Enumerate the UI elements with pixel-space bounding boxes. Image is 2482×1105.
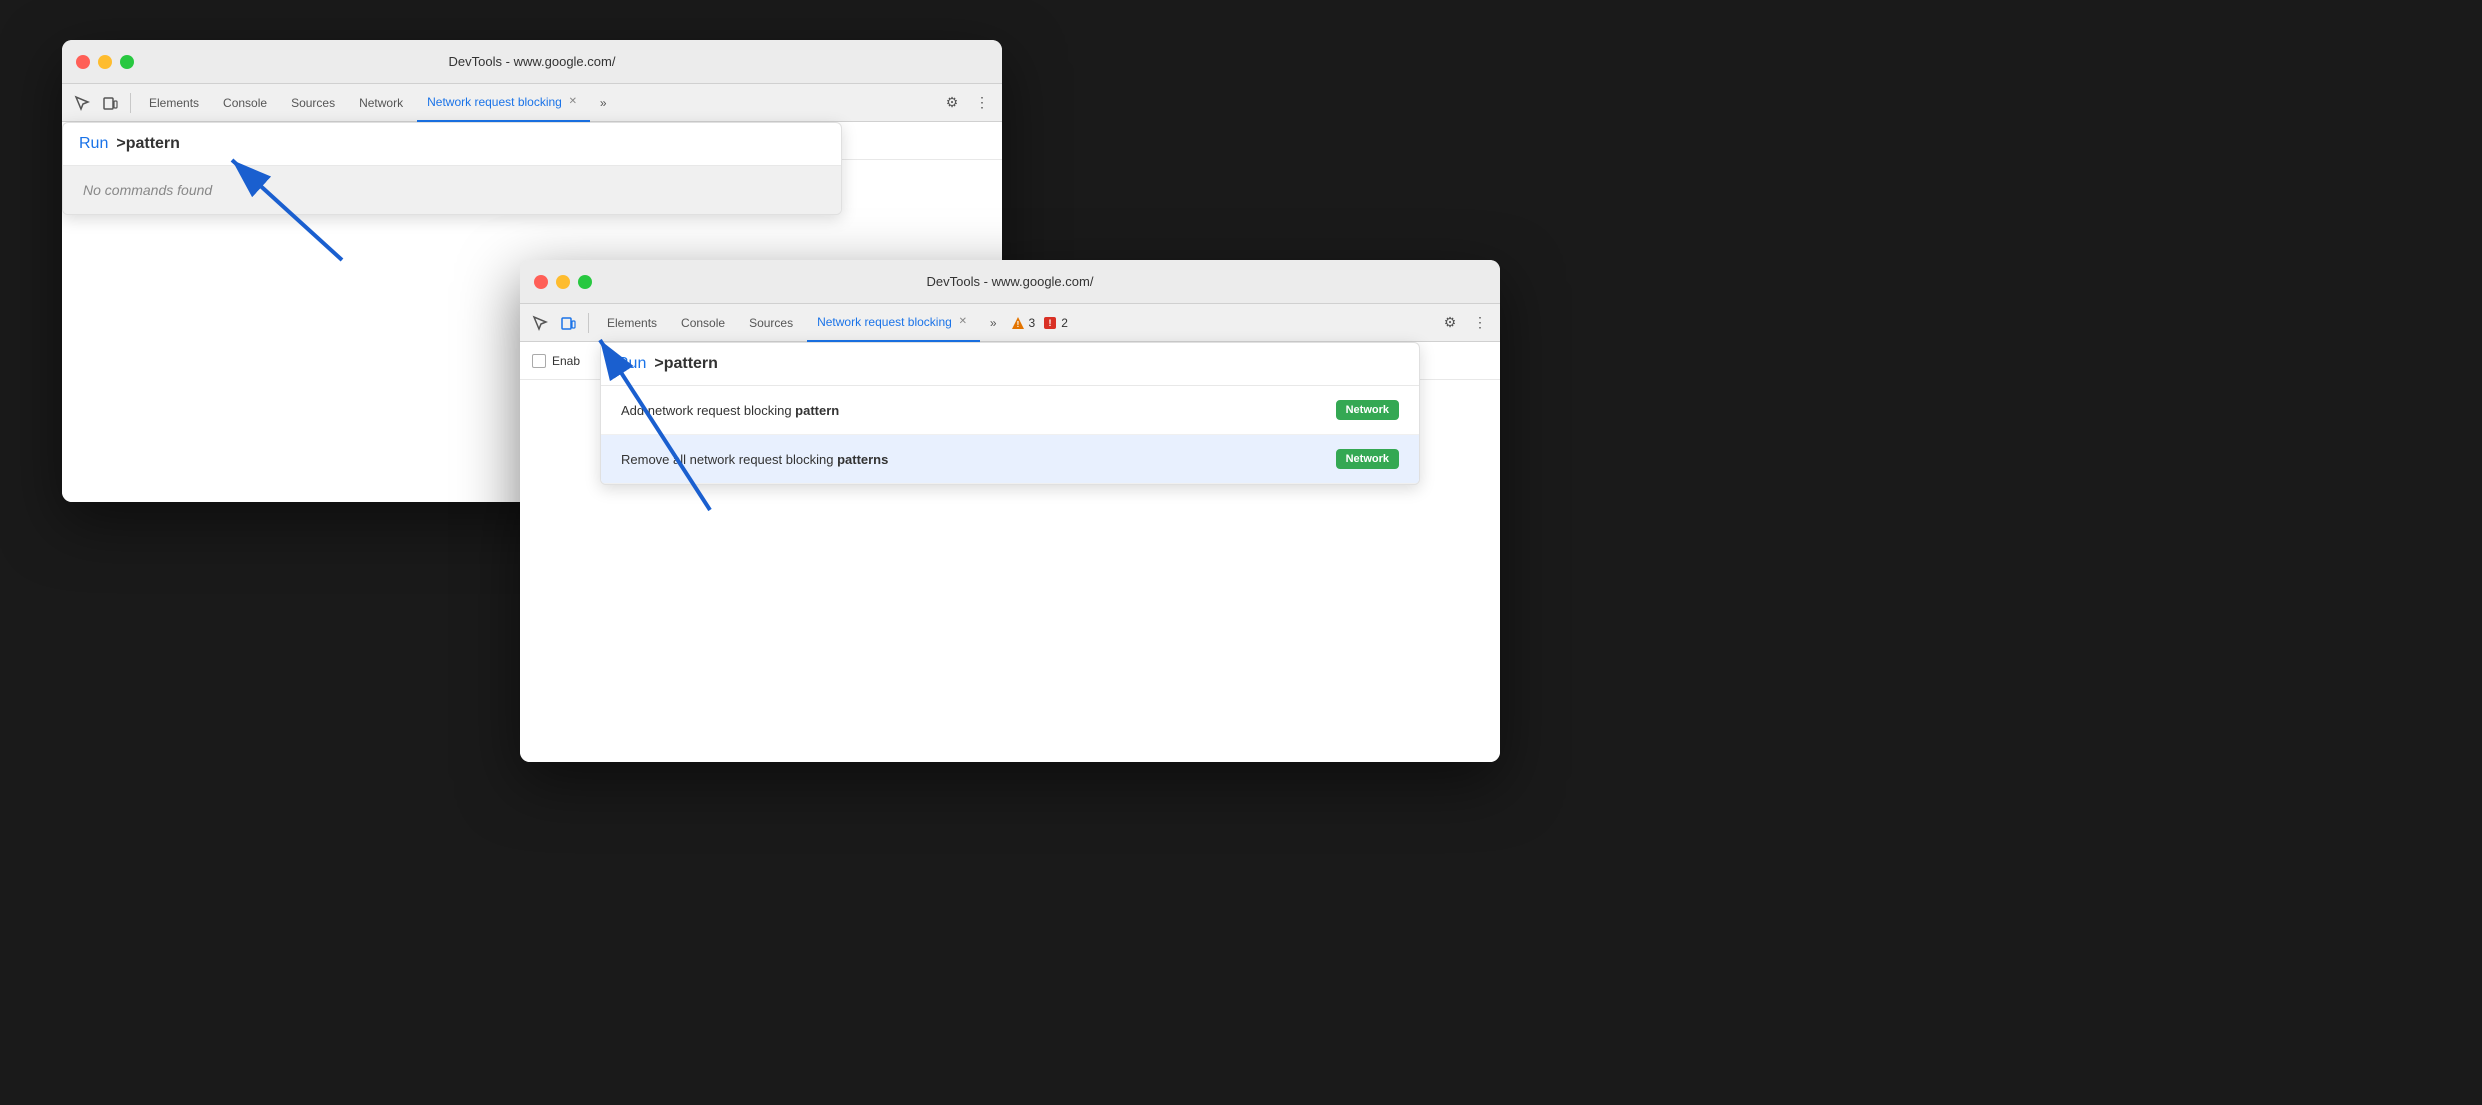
command-text-2: >pattern: [654, 355, 718, 373]
window-title-2: DevTools - www.google.com/: [927, 274, 1094, 289]
warning-badge: ! 3: [1011, 316, 1036, 330]
gear-icon-2[interactable]: ⚙: [1438, 311, 1462, 335]
error-count: 2: [1061, 316, 1068, 330]
tab-close-icon-2[interactable]: ✕: [956, 315, 970, 329]
toolbar-divider-1: [130, 93, 131, 113]
toolbar-2: Elements Console Sources Network request…: [520, 304, 1500, 342]
command-input-row-1: Run >pattern: [63, 123, 841, 166]
gear-icon-1[interactable]: ⚙: [940, 91, 964, 115]
device-icon-1[interactable]: [98, 91, 122, 115]
toolbar-gear-1: ⚙ ⋮: [940, 91, 994, 115]
result-text-2: Remove all network request blocking patt…: [621, 452, 1320, 467]
tab-console-1[interactable]: Console: [213, 84, 277, 122]
minimize-button-1[interactable]: [98, 55, 112, 69]
tab-elements-1[interactable]: Elements: [139, 84, 209, 122]
inspect-icon-1[interactable]: [70, 91, 94, 115]
tab-sources-2[interactable]: Sources: [739, 304, 803, 342]
tab-close-icon-1[interactable]: ✕: [566, 95, 580, 109]
titlebar-1: DevTools - www.google.com/: [62, 40, 1002, 84]
warning-count: 3: [1029, 316, 1036, 330]
close-button-2[interactable]: [534, 275, 548, 289]
command-text-1: >pattern: [116, 135, 180, 153]
device-icon-2[interactable]: [556, 311, 580, 335]
enable-label-2: Enab: [552, 354, 580, 368]
command-palette-1: Run >pattern No commands found: [62, 122, 842, 215]
svg-text:!: !: [1016, 320, 1019, 329]
command-palette-2: Run >pattern Add network request blockin…: [600, 342, 1420, 485]
no-results-1: No commands found: [63, 166, 841, 214]
devtools-window-2: DevTools - www.google.com/ Elements Cons…: [520, 260, 1500, 762]
window-title-1: DevTools - www.google.com/: [449, 54, 616, 69]
result-row-1[interactable]: Add network request blocking pattern Net…: [601, 386, 1419, 435]
toolbar-1: Elements Console Sources Network Network…: [62, 84, 1002, 122]
tab-sources-1[interactable]: Sources: [281, 84, 345, 122]
result-badge-2: Network: [1336, 449, 1399, 469]
tab-network-blocking-2[interactable]: Network request blocking ✕: [807, 304, 980, 342]
toolbar-gear-2: ⚙ ⋮: [1438, 311, 1492, 335]
close-button-1[interactable]: [76, 55, 90, 69]
tab-network-blocking-1[interactable]: Network request blocking ✕: [417, 84, 590, 122]
maximize-button-1[interactable]: [120, 55, 134, 69]
run-label-2: Run: [617, 355, 646, 373]
warning-icon: !: [1011, 316, 1025, 330]
result-text-1: Add network request blocking pattern: [621, 403, 1320, 418]
tab-console-2[interactable]: Console: [671, 304, 735, 342]
more-tabs-icon-2[interactable]: »: [984, 316, 1003, 330]
maximize-button-2[interactable]: [578, 275, 592, 289]
content-2: Enab Run >pattern Add network request bl…: [520, 342, 1500, 762]
minimize-button-2[interactable]: [556, 275, 570, 289]
error-badge: ! 2: [1043, 316, 1068, 330]
error-icon: !: [1043, 316, 1057, 330]
command-input-row-2: Run >pattern: [601, 343, 1419, 386]
run-label-1: Run: [79, 135, 108, 153]
toolbar-divider-2: [588, 313, 589, 333]
tab-network-1[interactable]: Network: [349, 84, 413, 122]
more-tabs-icon-1[interactable]: »: [594, 96, 613, 110]
window-controls-2: [534, 275, 592, 289]
result-badge-1: Network: [1336, 400, 1399, 420]
menu-icon-2[interactable]: ⋮: [1468, 311, 1492, 335]
tab-elements-2[interactable]: Elements: [597, 304, 667, 342]
result-row-2[interactable]: Remove all network request blocking patt…: [601, 435, 1419, 484]
svg-text:!: !: [1049, 318, 1052, 328]
titlebar-2: DevTools - www.google.com/: [520, 260, 1500, 304]
window-controls-1: [76, 55, 134, 69]
menu-icon-1[interactable]: ⋮: [970, 91, 994, 115]
inspect-icon-2[interactable]: [528, 311, 552, 335]
enable-checkbox-2[interactable]: [532, 354, 546, 368]
